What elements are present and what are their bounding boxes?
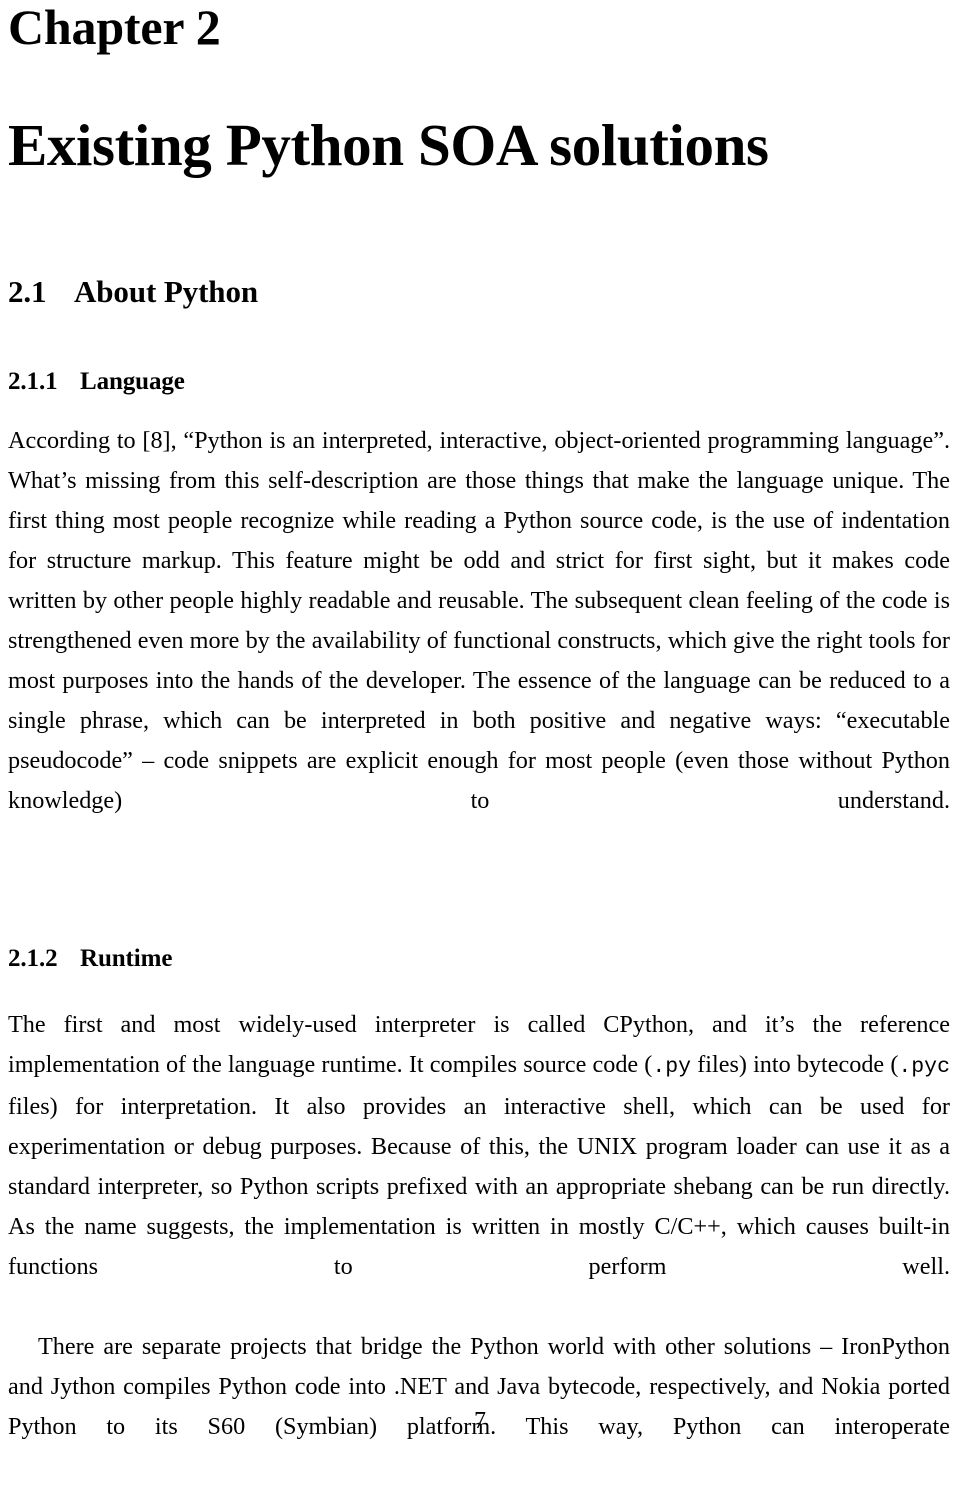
subsection-title: Language — [80, 367, 185, 395]
document-page: Chapter 2 Existing Python SOA solutions … — [0, 0, 960, 1459]
chapter-label: Chapter 2 — [8, 0, 221, 55]
page-number: 7 — [474, 1408, 486, 1434]
subsection-number: 2.1.2 — [8, 944, 58, 972]
code-pyc-extension: .pyc — [898, 1054, 950, 1079]
paragraph-runtime-1: The first and most widely-used interpret… — [8, 973, 950, 1327]
section-heading-about-python: 2.1 About Python — [8, 177, 950, 310]
paragraph-language: According to [8], “Python is an interpre… — [8, 426, 950, 814]
paragraph-runtime-1-text-c: files) for interpretation. It also provi… — [8, 1092, 950, 1280]
subsection-number: 2.1.1 — [8, 367, 58, 395]
paragraph-runtime-2: There are separate projects that bridge … — [8, 1332, 950, 1440]
paragraph-runtime-1-text-b: files) into bytecode ( — [691, 1050, 899, 1078]
subsection-heading-runtime: 2.1.2 Runtime — [8, 861, 950, 973]
chapter-title: Existing Python SOA solutions — [8, 112, 769, 178]
section-title: About Python — [74, 273, 258, 309]
code-py-extension: .py — [652, 1054, 692, 1079]
subsection-title: Runtime — [80, 944, 173, 972]
subsection-heading-language: 2.1.1 Language — [8, 310, 950, 396]
section-number: 2.1 — [8, 273, 47, 309]
